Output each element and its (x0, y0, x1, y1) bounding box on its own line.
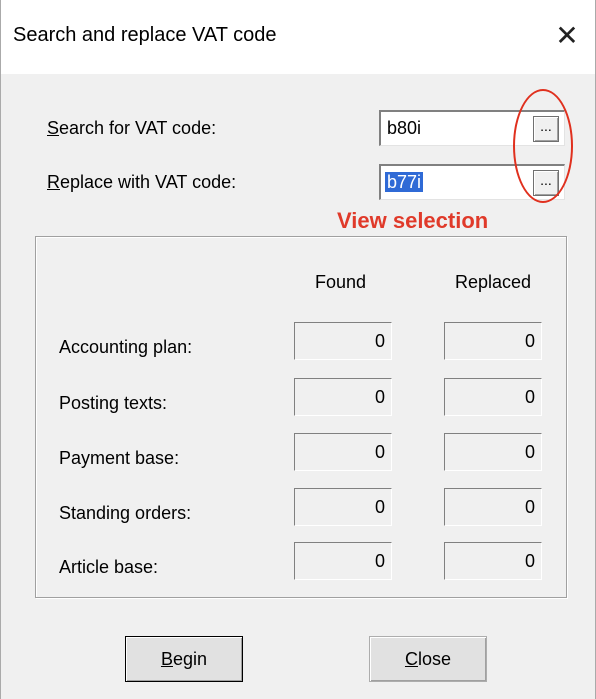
close-icon[interactable]: ✕ (551, 20, 583, 52)
row-label: Article base: (59, 557, 159, 577)
replaced-value: 0 (444, 433, 542, 471)
highlight-oval (513, 89, 573, 203)
row-label: Standing orders: (59, 503, 192, 523)
found-value: 0 (294, 378, 392, 416)
close-button[interactable]: Close (369, 636, 487, 682)
found-value: 0 (294, 542, 392, 580)
replaced-value: 0 (444, 488, 542, 526)
row-label: Posting texts: (59, 393, 168, 413)
search-label: Search for VAT code: (47, 118, 217, 138)
found-value: 0 (294, 488, 392, 526)
replaced-value: 0 (444, 322, 542, 360)
begin-button[interactable]: Begin (125, 636, 243, 682)
replace-label: Replace with VAT code: (47, 172, 237, 192)
found-column-header: Found (315, 272, 367, 292)
title-bar: Search and replace VAT code ✕ (1, 0, 595, 74)
selected-text: b77i (385, 172, 424, 192)
found-value: 0 (294, 433, 392, 471)
replaced-column-header: Replaced (455, 272, 532, 292)
found-value: 0 (294, 322, 392, 360)
row-label: Accounting plan: (59, 337, 193, 357)
replaced-value: 0 (444, 542, 542, 580)
row-label: Payment base: (59, 448, 180, 468)
replaced-value: 0 (444, 378, 542, 416)
dialog-title: Search and replace VAT code (13, 24, 277, 46)
dialog-window: Search and replace VAT code ✕ Search for… (0, 0, 596, 699)
annotation-label: View selection (337, 208, 489, 233)
